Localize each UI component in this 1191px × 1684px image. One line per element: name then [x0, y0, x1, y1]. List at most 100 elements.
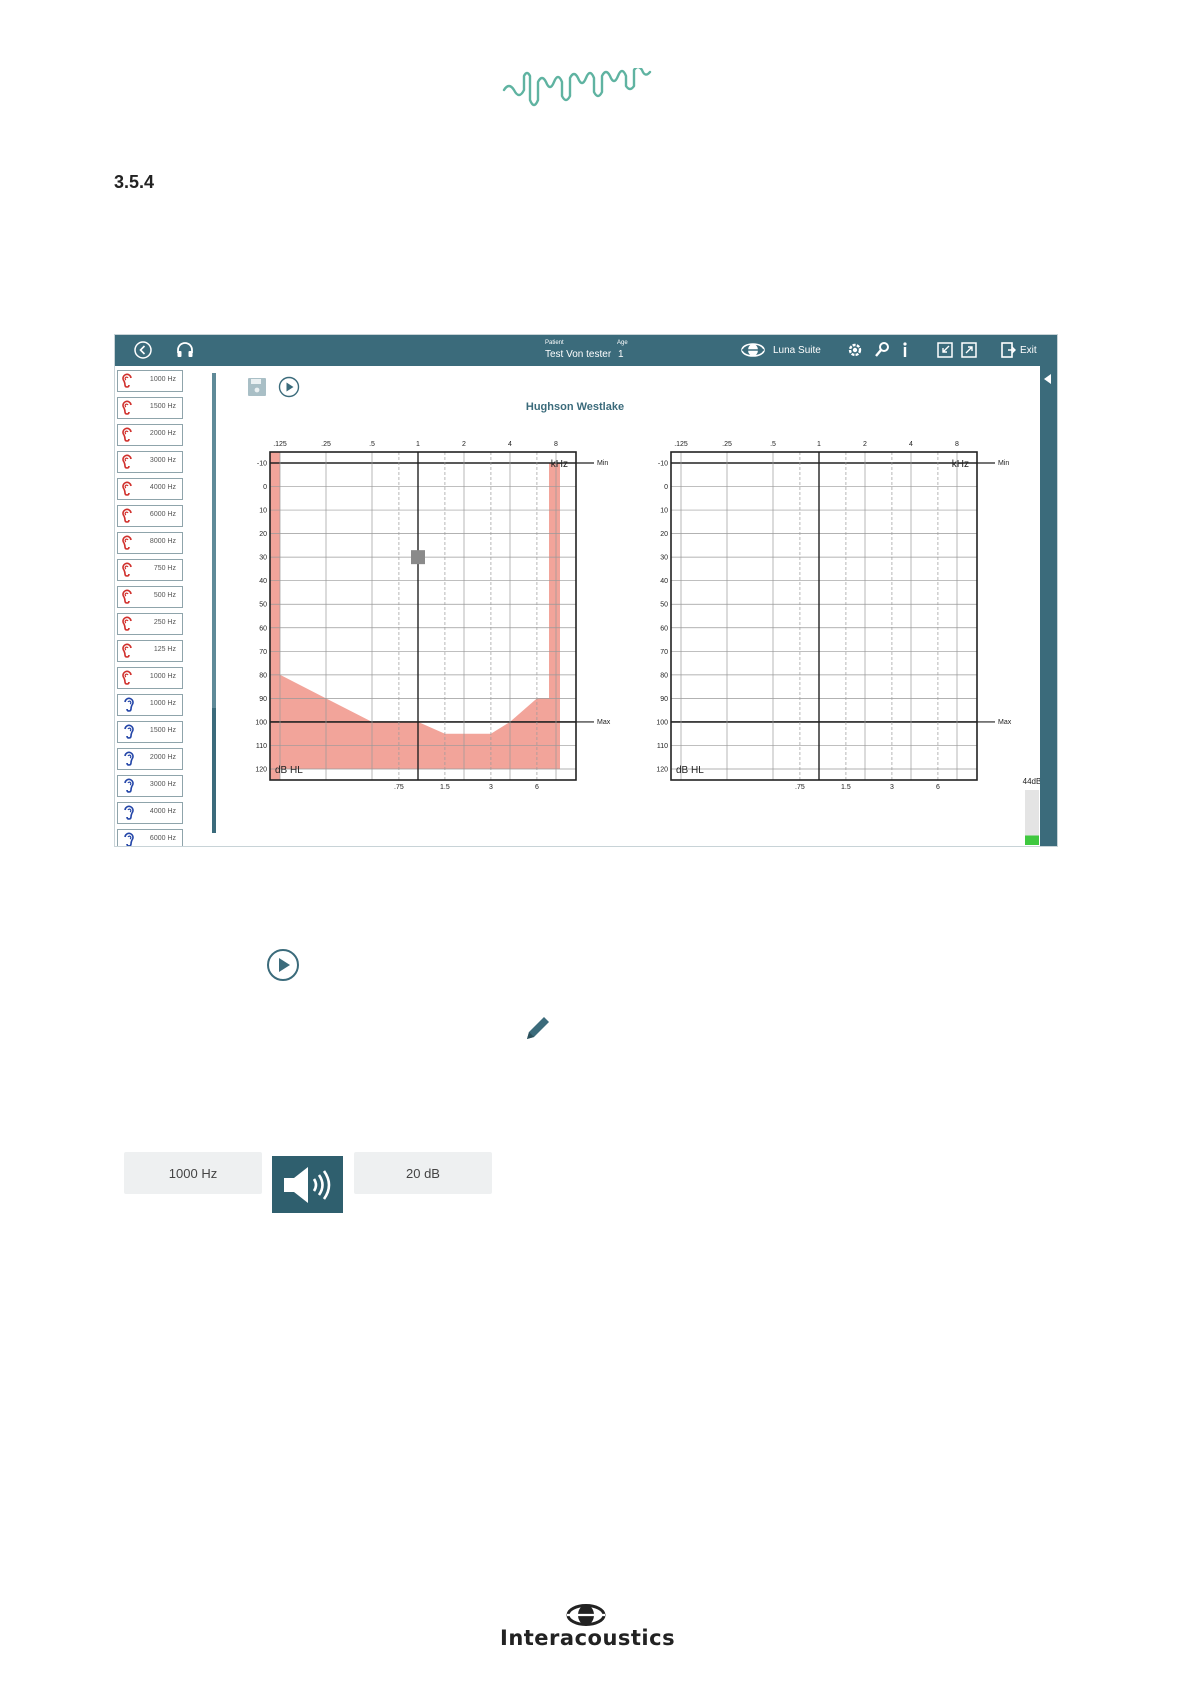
app-window: Patient Test Von tester Age 1 Luna Suite… [114, 334, 1058, 847]
exit-door-icon[interactable] [998, 340, 1018, 360]
sequence-item-right-ear[interactable]: 125 Hz [117, 640, 183, 662]
brand-name: Interacoustics [500, 1626, 676, 1650]
x-tick-top: 8 [554, 441, 558, 448]
audiogram-charts: MinMax.125.25.5 1 2 4 8.75 1.5 3 6-100102030405… [255, 441, 1041, 845]
right-ear-icon [122, 400, 132, 415]
minimize-window-icon[interactable] [935, 340, 955, 360]
chart-title: Hughson Westlake [525, 401, 625, 413]
y-tick: 60 [660, 625, 668, 632]
right-ear-icon [122, 373, 132, 388]
y-tick: 50 [660, 602, 668, 609]
left-ear-icon [124, 805, 134, 820]
sequence-item-label: 6000 Hz [149, 835, 176, 842]
left-ear-icon [124, 751, 134, 766]
sequence-item-right-ear[interactable]: 500 Hz [117, 586, 183, 608]
sequence-item-right-ear[interactable]: 3000 Hz [117, 451, 183, 473]
right-ear-icon [122, 670, 132, 685]
y-tick: 90 [259, 696, 267, 703]
y-tick: 80 [660, 672, 668, 679]
sequence-item-right-ear[interactable]: 2000 Hz [117, 424, 183, 446]
age-value: 1 [618, 349, 624, 360]
sequence-item-label: 6000 Hz [149, 511, 176, 518]
right-ear-icon [122, 454, 132, 469]
wave-logo-icon [502, 68, 652, 107]
pencil-edit-icon [527, 1017, 549, 1039]
masking-area-edge [270, 452, 280, 780]
sequence-item-right-ear[interactable]: 8000 Hz [117, 532, 183, 554]
x-tick-top: .125 [674, 441, 688, 448]
y-tick: 120 [255, 767, 267, 774]
play-test-icon[interactable] [278, 376, 300, 398]
sequence-item-label: 1000 Hz [149, 376, 176, 383]
x-tick-bottom: 3 [489, 784, 493, 791]
sequence-item-right-ear[interactable]: 6000 Hz [117, 505, 183, 527]
x-tick-top: .25 [321, 441, 331, 448]
y-tick: 70 [259, 649, 267, 656]
headphones-icon[interactable] [175, 340, 195, 360]
sequence-item-label: 125 Hz [153, 646, 176, 653]
section-number: 3.5.4 [114, 172, 155, 192]
sequence-scrollbar[interactable] [212, 373, 216, 833]
left-ear-icon [124, 697, 134, 712]
left-ear-icon [124, 832, 134, 846]
right-ear-icon [122, 643, 132, 658]
back-icon[interactable] [133, 340, 153, 360]
right-panel-rail[interactable] [1040, 366, 1057, 846]
sequence-item-left-ear[interactable]: 2000 Hz [117, 748, 183, 770]
left-ear-icon [124, 724, 134, 739]
x-unit-label: kHz [551, 459, 568, 470]
sequence-item-right-ear[interactable]: 1500 Hz [117, 397, 183, 419]
top-toolbar: Patient Test Von tester Age 1 Luna Suite… [115, 335, 1057, 366]
sequence-item-label: 1000 Hz [149, 700, 176, 707]
masking-area [280, 463, 560, 769]
suite-logo-icon [741, 343, 765, 357]
exit-label[interactable]: Exit [1020, 345, 1037, 356]
sequence-item-right-ear[interactable]: 1000 Hz [117, 370, 183, 392]
x-tick-top: 2 [462, 441, 466, 448]
sequence-item-left-ear[interactable]: 6000 Hz [117, 829, 183, 846]
right-ear-icon [122, 427, 132, 442]
min-label: Min [597, 460, 608, 467]
sequence-item-left-ear[interactable]: 4000 Hz [117, 802, 183, 824]
sequence-item-label: 1500 Hz [149, 727, 176, 734]
x-tick-bottom: 6 [936, 784, 940, 791]
x-tick-top: 1 [416, 441, 420, 448]
x-tick-top: .25 [722, 441, 732, 448]
x-tick-top: .125 [273, 441, 287, 448]
sequence-item-left-ear[interactable]: 3000 Hz [117, 775, 183, 797]
y-tick: 60 [259, 625, 267, 632]
suite-label[interactable]: Luna Suite [773, 345, 821, 356]
settings-gear-icon[interactable] [845, 340, 865, 360]
interacoustics-logo-icon [566, 1604, 606, 1626]
sequence-item-right-ear[interactable]: 750 Hz [117, 559, 183, 581]
sequence-scrollbar-thumb[interactable] [212, 373, 216, 708]
present-tone-button[interactable] [272, 1156, 343, 1213]
y-tick: 110 [256, 743, 267, 750]
x-tick-bottom: 1.5 [841, 784, 851, 791]
maximize-window-icon[interactable] [959, 340, 979, 360]
collapse-panel-arrow-icon[interactable] [1042, 373, 1054, 385]
wrench-icon[interactable] [872, 340, 892, 360]
sequence-item-left-ear[interactable]: 1500 Hz [117, 721, 183, 743]
sequence-item-left-ear[interactable]: 1000 Hz [117, 694, 183, 716]
y-tick: 110 [657, 743, 668, 750]
sequence-item-label: 2000 Hz [149, 754, 176, 761]
sequence-item-right-ear[interactable]: 250 Hz [117, 613, 183, 635]
frequency-button[interactable]: 1000 Hz [124, 1152, 262, 1194]
info-icon[interactable] [895, 340, 915, 360]
sequence-item-right-ear[interactable]: 4000 Hz [117, 478, 183, 500]
x-tick-bottom: .75 [795, 784, 805, 791]
x-unit-label: kHz [952, 459, 969, 470]
test-sequence-list: 1000 Hz 1500 Hz 2000 Hz 3000 Hz 4000 Hz 6000 … [115, 366, 187, 846]
x-tick-top: 8 [955, 441, 959, 448]
y-tick: 0 [664, 484, 668, 491]
x-tick-top: 2 [863, 441, 867, 448]
right-ear-icon [122, 508, 132, 523]
x-tick-bottom: 1.5 [440, 784, 450, 791]
patient-name: Test Von tester [545, 349, 612, 360]
y-tick: 100 [656, 719, 668, 726]
x-tick-top: 1 [817, 441, 821, 448]
intensity-button[interactable]: 20 dB [354, 1152, 492, 1194]
sequence-item-right-ear[interactable]: 1000 Hz [117, 667, 183, 689]
save-icon[interactable] [247, 377, 267, 397]
